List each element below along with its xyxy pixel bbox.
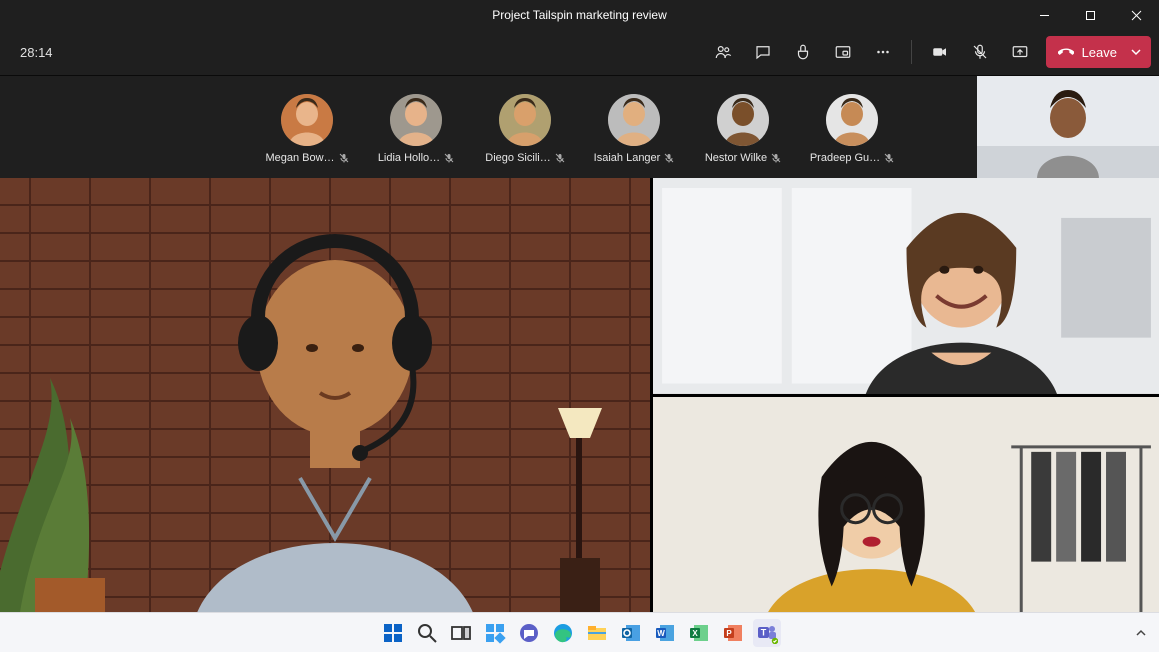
svg-text:W: W: [657, 629, 665, 638]
roster-participant[interactable]: Isaiah Langer: [597, 94, 672, 164]
self-video-preview[interactable]: [977, 76, 1159, 179]
meeting-title: Project Tailspin marketing review: [492, 8, 667, 22]
muted-icon: [771, 153, 781, 163]
participant-name: Megan Bow…: [265, 152, 334, 164]
window-controls: [1021, 0, 1159, 30]
title-bar: Project Tailspin marketing review: [0, 0, 1159, 30]
reactions-button[interactable]: [785, 34, 821, 70]
widgets-icon[interactable]: [481, 619, 509, 647]
rooms-button[interactable]: [825, 34, 861, 70]
muted-icon: [555, 153, 565, 163]
participant-name: Pradeep Gu…: [810, 152, 880, 164]
edge-icon[interactable]: [549, 619, 577, 647]
participant-roster: Megan Bow… Lidia Hollo…: [0, 76, 1159, 179]
roster-participant[interactable]: Diego Sicili…: [488, 94, 563, 164]
video-tile-3[interactable]: [653, 397, 1159, 613]
teams-meeting-window: Project Tailspin marketing review 28:14: [0, 0, 1159, 652]
mic-toggle-button[interactable]: [962, 34, 998, 70]
avatar: [608, 94, 660, 146]
system-tray-expand[interactable]: [1135, 613, 1147, 652]
teams-icon[interactable]: T: [753, 619, 781, 647]
avatar: [390, 94, 442, 146]
outlook-icon[interactable]: [617, 619, 645, 647]
controls-separator: [911, 40, 912, 64]
window-minimize-button[interactable]: [1021, 0, 1067, 30]
participant-name: Nestor Wilke: [705, 152, 767, 164]
svg-text:P: P: [726, 629, 732, 638]
word-icon[interactable]: W: [651, 619, 679, 647]
search-icon[interactable]: [413, 619, 441, 647]
participant-name: Diego Sicili…: [485, 152, 550, 164]
meeting-controls-bar: 28:14 Leave: [0, 30, 1159, 76]
video-tile-2[interactable]: [653, 178, 1159, 394]
call-timer: 28:14: [20, 45, 53, 60]
roster-participant[interactable]: Nestor Wilke: [706, 94, 781, 164]
camera-toggle-button[interactable]: [922, 34, 958, 70]
chat-icon[interactable]: [515, 619, 543, 647]
window-close-button[interactable]: [1113, 0, 1159, 30]
muted-icon: [339, 153, 349, 163]
avatar: [717, 94, 769, 146]
share-screen-button[interactable]: [1002, 34, 1038, 70]
roster-participant[interactable]: Lidia Hollo…: [379, 94, 454, 164]
avatar: [826, 94, 878, 146]
participant-name: Isaiah Langer: [594, 152, 661, 164]
powerpoint-icon[interactable]: P: [719, 619, 747, 647]
svg-text:X: X: [692, 629, 698, 638]
participants-button[interactable]: [705, 34, 741, 70]
video-tile-main[interactable]: [0, 178, 650, 612]
muted-icon: [664, 153, 674, 163]
chat-button[interactable]: [745, 34, 781, 70]
avatar: [499, 94, 551, 146]
avatar: [281, 94, 333, 146]
file-explorer-icon[interactable]: [583, 619, 611, 647]
windows-taskbar: W X P T: [0, 612, 1159, 652]
taskview-icon[interactable]: [447, 619, 475, 647]
leave-button[interactable]: Leave: [1046, 36, 1151, 68]
participant-name: Lidia Hollo…: [378, 152, 440, 164]
start-icon[interactable]: [379, 619, 407, 647]
excel-icon[interactable]: X: [685, 619, 713, 647]
leave-label: Leave: [1082, 45, 1117, 60]
svg-text:T: T: [760, 627, 766, 637]
video-stage: [0, 178, 1159, 612]
window-maximize-button[interactable]: [1067, 0, 1113, 30]
roster-participant[interactable]: Pradeep Gu…: [815, 94, 890, 164]
roster-participant[interactable]: Megan Bow…: [270, 94, 345, 164]
more-actions-button[interactable]: [865, 34, 901, 70]
muted-icon: [444, 153, 454, 163]
muted-icon: [884, 153, 894, 163]
